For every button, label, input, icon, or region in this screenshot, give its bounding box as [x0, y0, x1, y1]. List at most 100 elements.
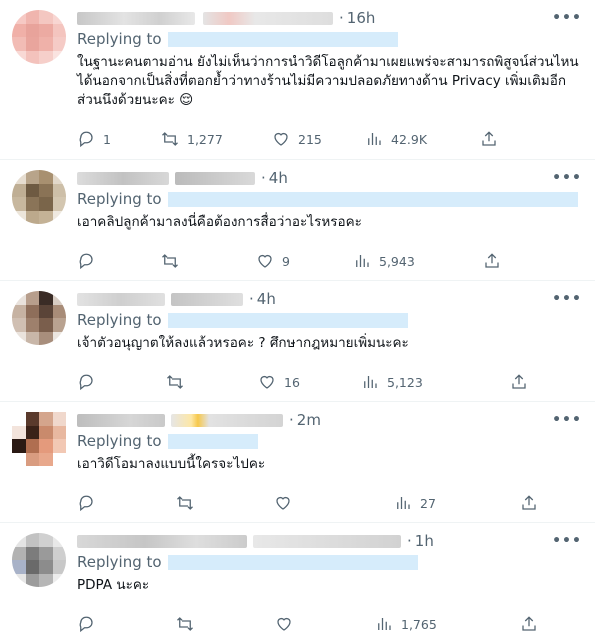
mentioned-user[interactable] — [167, 31, 398, 47]
avatar[interactable] — [12, 533, 66, 587]
retweet-button[interactable] — [166, 373, 258, 391]
separator-dot: · — [339, 9, 344, 27]
reply-header: · 1h ••• — [77, 531, 581, 551]
more-icon[interactable]: ••• — [552, 8, 581, 28]
reply-item[interactable]: · 2m ••• Replying to เอาวิดีโอมาลงแบบนี้… — [0, 402, 595, 523]
timestamp[interactable]: 16h — [347, 9, 376, 27]
author-name[interactable] — [77, 413, 165, 427]
more-icon[interactable]: ••• — [552, 289, 581, 309]
like-button[interactable]: 215 — [272, 130, 365, 148]
views-count: 5,123 — [387, 374, 423, 390]
retweet-button[interactable] — [161, 252, 256, 270]
reply-button[interactable] — [77, 494, 176, 512]
views-button[interactable]: 27 — [394, 494, 520, 512]
author-name[interactable] — [77, 171, 169, 185]
reply-item[interactable]: · 4h ••• Replying to เอาคลิปลูกค้ามาลงนี… — [0, 160, 595, 281]
avatar[interactable] — [12, 291, 66, 345]
like-button[interactable]: 16 — [258, 373, 361, 391]
timestamp[interactable]: 4h — [257, 290, 276, 308]
reply-item[interactable]: · 1h ••• Replying to PDPA นะคะ 1,765 — [0, 523, 595, 643]
more-icon[interactable]: ••• — [552, 410, 581, 430]
views-icon — [378, 618, 391, 630]
share-icon — [522, 495, 536, 510]
views-button[interactable]: 5,123 — [361, 373, 510, 391]
separator-dot: · — [407, 532, 412, 550]
reply-text: เอาวิดีโอมาลงแบบนี้ใครจะไปคะ — [77, 456, 266, 472]
more-icon[interactable]: ••• — [552, 168, 581, 188]
avatar[interactable] — [12, 412, 66, 466]
heart-icon — [276, 496, 290, 510]
author-handle[interactable] — [253, 534, 401, 548]
views-icon — [364, 376, 377, 388]
share-button[interactable] — [480, 130, 498, 148]
replying-to: Replying to — [77, 430, 579, 452]
author-name[interactable] — [77, 11, 195, 25]
retweet-button[interactable] — [176, 615, 275, 633]
share-button[interactable] — [483, 252, 501, 270]
reply-header: · 2m ••• — [77, 410, 581, 430]
reply-header: · 4h ••• — [77, 168, 581, 188]
action-bar: 1,765 — [77, 607, 579, 641]
replying-to-label: Replying to — [77, 311, 162, 329]
views-count: 5,943 — [379, 253, 415, 269]
separator-dot: · — [289, 411, 294, 429]
mentioned-user[interactable] — [167, 312, 408, 328]
author-handle[interactable] — [175, 171, 255, 185]
retweet-button[interactable]: 1,277 — [161, 130, 272, 148]
views-count: 1,765 — [401, 616, 437, 632]
views-button[interactable]: 1,765 — [375, 615, 520, 633]
like-button[interactable]: 9 — [256, 252, 353, 270]
reply-header: · 16h ••• — [77, 8, 581, 28]
author-name[interactable] — [77, 292, 165, 306]
share-button[interactable] — [520, 615, 538, 633]
like-count: 9 — [282, 253, 290, 269]
retweet-icon — [162, 132, 178, 146]
mentioned-user[interactable] — [167, 191, 578, 207]
heart-icon — [258, 254, 272, 268]
share-button[interactable] — [520, 494, 538, 512]
reply-icon — [79, 616, 93, 633]
reply-text: เจ้าตัวอนุญาตให้ลงแล้วหรอคะ ? ศึกษากฎหมา… — [77, 335, 409, 351]
reply-item[interactable]: · 4h ••• Replying to เจ้าตัวอนุญาตให้ลงแ… — [0, 281, 595, 402]
avatar[interactable] — [12, 10, 66, 64]
views-button[interactable]: 5,943 — [353, 252, 483, 270]
retweet-button[interactable] — [176, 494, 274, 512]
author-handle[interactable] — [171, 413, 283, 427]
reply-item[interactable]: · 16h ••• Replying to ในฐานะคนตามอ่าน ยั… — [0, 0, 595, 160]
reply-button[interactable]: 1 — [77, 130, 161, 148]
replying-to: Replying to — [77, 188, 579, 210]
like-button[interactable] — [274, 494, 394, 512]
reply-button[interactable] — [77, 252, 161, 270]
share-icon — [512, 374, 526, 389]
heart-icon — [277, 617, 291, 631]
action-bar: 1 1,277 215 42.9K — [77, 122, 579, 156]
retweet-icon — [162, 254, 178, 268]
reply-button[interactable] — [77, 615, 176, 633]
avatar[interactable] — [12, 170, 66, 224]
timestamp[interactable]: 2m — [297, 411, 321, 429]
replying-to-label: Replying to — [77, 553, 162, 571]
share-icon — [485, 253, 499, 268]
views-count: 42.9K — [391, 131, 428, 147]
views-icon — [368, 133, 381, 145]
more-icon[interactable]: ••• — [552, 531, 581, 551]
reply-button[interactable] — [77, 373, 166, 391]
reply-icon — [79, 131, 93, 148]
author-handle[interactable] — [203, 11, 333, 25]
action-bar: 9 5,943 — [77, 244, 579, 278]
like-count: 16 — [284, 374, 300, 390]
timestamp[interactable]: 1h — [415, 532, 434, 550]
views-button[interactable]: 42.9K — [365, 130, 480, 148]
author-name[interactable] — [77, 534, 247, 548]
timestamp[interactable]: 4h — [269, 169, 288, 187]
retweet-count: 1,277 — [187, 131, 223, 147]
share-button[interactable] — [510, 373, 528, 391]
like-button[interactable] — [275, 615, 375, 633]
mentioned-user[interactable] — [167, 433, 258, 449]
mentioned-user[interactable] — [167, 554, 418, 570]
action-bar: 27 — [77, 486, 579, 520]
reply-text: ในฐานะคนตามอ่าน ยังไม่เห็นว่าการนำวิดีโอ… — [77, 54, 579, 108]
replying-to: Replying to — [77, 309, 579, 331]
replying-to-label: Replying to — [77, 432, 162, 450]
author-handle[interactable] — [171, 292, 243, 306]
